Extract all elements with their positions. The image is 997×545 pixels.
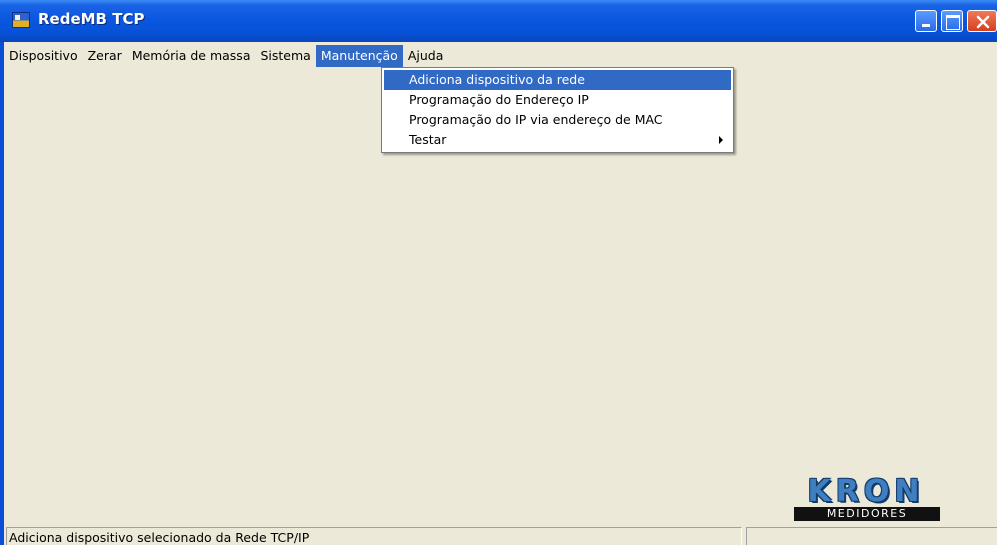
menu-item-label: Programação do Endereço IP [409,92,589,107]
menu-bar: Dispositivo Zerar Memória de massa Siste… [4,45,997,67]
kron-logo: KRON MEDIDORES [790,474,942,522]
manutencao-dropdown: Adiciona dispositivo da rede Programação… [381,67,734,153]
client-area: Dispositivo Zerar Memória de massa Siste… [4,42,997,545]
menu-sistema[interactable]: Sistema [255,45,315,67]
menu-zerar[interactable]: Zerar [83,45,127,67]
status-bar: Adiciona dispositivo selecionado da Rede… [4,527,997,545]
menu-dispositivo[interactable]: Dispositivo [4,45,83,67]
menu-item-label: Adiciona dispositivo da rede [409,72,585,87]
status-text: Adiciona dispositivo selecionado da Rede… [6,527,742,545]
menu-item-programacao-endereco-ip[interactable]: Programação do Endereço IP [384,90,731,110]
menu-item-label: Programação do IP via endereço de MAC [409,112,663,127]
status-panel [746,527,997,545]
app-window: RedeMB TCP Dispositivo Zerar Memória de … [0,0,997,545]
close-button[interactable] [967,10,997,32]
menu-item-programacao-ip-mac[interactable]: Programação do IP via endereço de MAC [384,110,731,130]
menu-item-label: Testar [409,132,447,147]
app-icon[interactable] [12,12,30,28]
maximize-button[interactable] [941,10,963,32]
logo-subtext: MEDIDORES [794,507,940,521]
window-title: RedeMB TCP [38,10,145,28]
menu-item-adiciona-dispositivo[interactable]: Adiciona dispositivo da rede [384,70,731,90]
submenu-arrow-icon [719,136,723,144]
menu-ajuda[interactable]: Ajuda [403,45,449,67]
minimize-button[interactable] [915,10,937,32]
logo-text: KRON [807,474,925,509]
menu-manutencao[interactable]: Manutenção [315,45,403,67]
menu-item-testar[interactable]: Testar [384,130,731,150]
close-icon [976,15,990,29]
title-bar[interactable]: RedeMB TCP [0,0,997,42]
menu-memoria-de-massa[interactable]: Memória de massa [127,45,256,67]
